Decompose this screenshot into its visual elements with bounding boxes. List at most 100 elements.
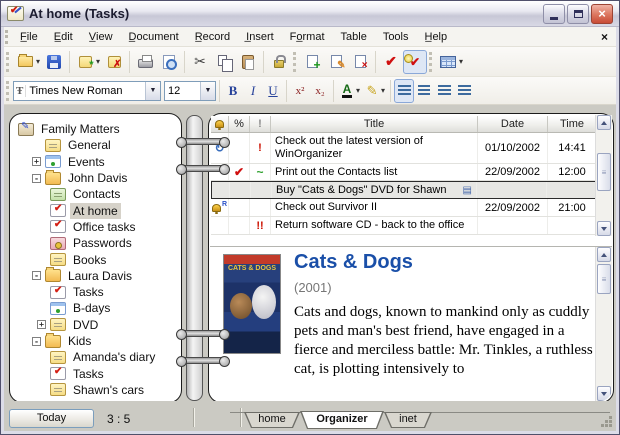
collapse-toggle[interactable]: - [32, 271, 41, 281]
subscript-button[interactable]: x₂ [310, 79, 330, 103]
menubar-grip[interactable] [5, 29, 8, 44]
tree-item-books[interactable]: Books [10, 251, 181, 267]
menu-file[interactable]: F̲ile [12, 27, 46, 47]
scroll-down-button[interactable] [597, 386, 611, 401]
underline-button[interactable]: U [263, 79, 283, 103]
task-list-scrollbar[interactable] [595, 115, 612, 236]
save-button[interactable] [42, 50, 66, 74]
new-note-button[interactable]: * [73, 50, 97, 74]
percent-column-header[interactable]: % [229, 116, 250, 132]
scrollbar-thumb[interactable] [597, 264, 611, 294]
delete-note-button[interactable]: ✗ [102, 50, 126, 74]
print-preview-button[interactable] [157, 50, 181, 74]
menu-record[interactable]: R̲ecord [187, 27, 238, 47]
highlight-button[interactable]: ✎ [362, 79, 382, 103]
tree-item-tasks-laura[interactable]: Tasks [10, 284, 181, 300]
font-size-dropdown[interactable]: ▼ [200, 81, 215, 100]
font-size-combo[interactable]: 12 ▼ [164, 80, 216, 101]
cut-button[interactable]: ✂ [188, 50, 212, 74]
date-column-header[interactable]: Date [478, 116, 548, 132]
scroll-down-button[interactable] [597, 221, 611, 236]
tree-item-family-matters[interactable]: Family Matters [10, 121, 181, 137]
tree-item-passwords[interactable]: Passwords [10, 235, 181, 251]
add-record-button[interactable]: + [300, 50, 324, 74]
italic-button[interactable]: I [243, 79, 263, 103]
close-document-icon[interactable]: × [601, 30, 608, 44]
tree-item-at-home[interactable]: At home [10, 202, 181, 219]
scroll-up-button[interactable] [597, 247, 611, 262]
align-left-icon [397, 85, 411, 96]
protect-button[interactable] [267, 50, 291, 74]
menu-document[interactable]: D̲ocument [121, 27, 187, 47]
hide-completed-toggle[interactable]: ✔ [403, 49, 428, 74]
tree-item-b-days[interactable]: B-days [10, 300, 181, 316]
menu-edit[interactable]: E̲dit [46, 27, 81, 47]
scrollbar-thumb[interactable] [597, 153, 611, 191]
resize-grip[interactable] [609, 424, 612, 427]
menu-format[interactable]: Fo̲rmat [282, 27, 333, 47]
alarm-column-header[interactable] [211, 116, 229, 132]
app-icon [7, 5, 24, 21]
collapse-toggle[interactable]: - [32, 336, 41, 346]
tree-item-shawns-cars[interactable]: Shawn's cars [10, 382, 181, 398]
toolbar-grip[interactable] [6, 80, 9, 101]
tree-item-tasks-kids[interactable]: Tasks [10, 365, 181, 381]
font-color-button[interactable]: A [337, 79, 357, 103]
font-name-dropdown[interactable]: ▼ [145, 81, 160, 100]
toolbar-grip[interactable] [293, 51, 297, 72]
bold-button[interactable]: B [223, 79, 243, 103]
toolbar-grip[interactable] [6, 51, 9, 72]
task-row[interactable]: ↻ ! Check out the latest version of WinO… [211, 133, 596, 164]
close-button[interactable]: × [591, 3, 613, 24]
align-justify-button[interactable] [454, 79, 474, 103]
bell-icon [215, 120, 224, 130]
scroll-up-button[interactable] [597, 115, 611, 130]
tree-item-kids[interactable]: - Kids [10, 332, 181, 349]
delete-record-button[interactable]: × [348, 50, 372, 74]
tab-organizer-active[interactable]: Organizer [300, 411, 384, 429]
menu-tools[interactable]: Tools [375, 27, 417, 47]
toolbar-grip[interactable] [429, 51, 433, 72]
align-center-button[interactable] [414, 79, 434, 103]
tree-item-events[interactable]: + Events [10, 154, 181, 170]
edit-record-button[interactable]: ✎ [324, 50, 348, 74]
task-row[interactable]: ✔ ~ Print out the Contacts list 22/09/20… [211, 164, 596, 181]
task-row-selected[interactable]: Buy "Cats & Dogs" DVD for Shawn ▤ [211, 181, 596, 199]
font-name-combo[interactable]: Ŧ Times New Roman ▼ [13, 80, 161, 101]
menu-view[interactable]: V̲iew [81, 27, 121, 47]
tab-inet[interactable]: inet [384, 412, 432, 428]
priority-column-header[interactable]: ! [250, 116, 271, 132]
mark-complete-button[interactable]: ✔ [379, 50, 403, 74]
print-button[interactable] [133, 50, 157, 74]
tree-item-john-davis[interactable]: - John Davis [10, 169, 181, 186]
title-column-header[interactable]: Title [271, 116, 478, 132]
superscript-button[interactable]: x² [290, 79, 310, 103]
tree-item-laura-davis[interactable]: - Laura Davis [10, 267, 181, 284]
time-column-header[interactable]: Time [548, 116, 596, 132]
minimize-button[interactable] [543, 3, 565, 24]
maximize-button[interactable] [567, 3, 589, 24]
menu-help[interactable]: H̲elp [417, 27, 456, 47]
today-button[interactable]: Today [9, 409, 94, 428]
align-right-button[interactable] [434, 79, 454, 103]
collapse-toggle[interactable]: - [32, 173, 41, 183]
open-notebook-button[interactable] [13, 50, 37, 74]
task-row[interactable]: !! Return software CD - back to the offi… [211, 217, 596, 235]
tree-item-amandas-diary[interactable]: Amanda's diary [10, 349, 181, 365]
expand-toggle[interactable]: + [32, 157, 41, 167]
expand-toggle[interactable]: + [37, 320, 46, 330]
menu-table[interactable]: Table [333, 27, 375, 47]
copy-button[interactable] [212, 50, 236, 74]
tree-item-contacts[interactable]: Contacts [10, 186, 181, 202]
tree-item-dvd[interactable]: + DVD [10, 317, 181, 333]
task-title: Check out the latest version of WinOrgan… [275, 135, 423, 160]
tab-home[interactable]: home [244, 412, 300, 428]
menu-insert[interactable]: I̲nsert [238, 27, 282, 47]
tree-item-general[interactable]: General [10, 137, 181, 153]
align-left-button[interactable] [394, 78, 415, 103]
task-row[interactable]: R Check out Survivor II 22/09/2002 21:00 [211, 199, 596, 217]
preview-scrollbar[interactable] [595, 247, 612, 401]
paste-button[interactable] [236, 50, 260, 74]
table-view-button[interactable] [436, 50, 460, 74]
tree-item-office-tasks[interactable]: Office tasks [10, 219, 181, 235]
